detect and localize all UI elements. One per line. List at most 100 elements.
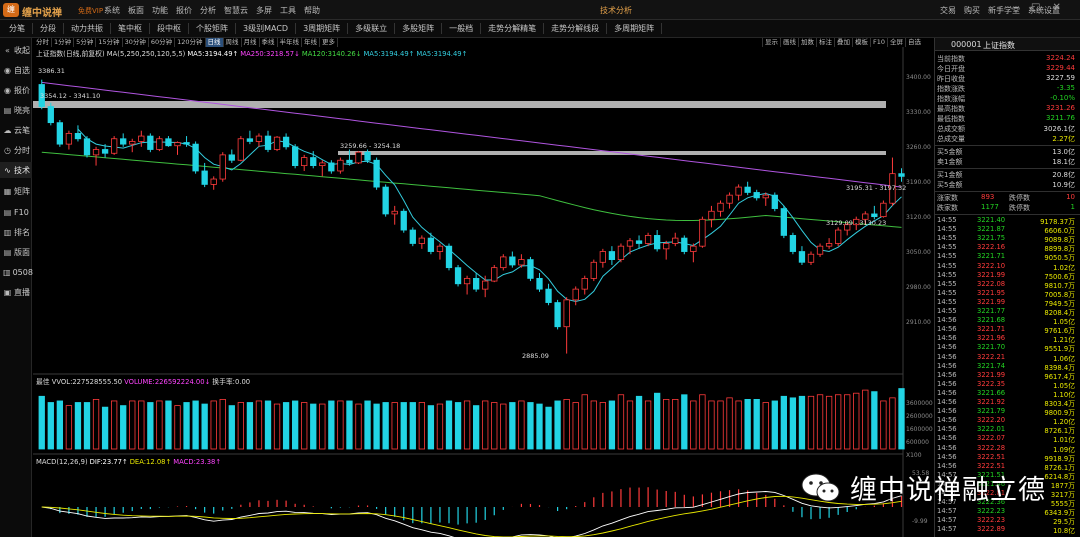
menu-item[interactable]: 分析 — [200, 5, 216, 16]
period-tab[interactable]: 年线 — [302, 38, 321, 47]
legend-item: MACD:23.38↑ — [173, 458, 222, 466]
sidebar-item-label: 矩阵 — [14, 186, 30, 196]
sidebar-item[interactable]: ☁ 云笔 — [0, 122, 32, 138]
volume-axis-label: 600000 — [906, 439, 929, 446]
sidebar-item[interactable]: ◉ 报价 — [0, 82, 32, 98]
volume-legend: 最佳 VVOL:227528555.50 VOLUME:226592224.00↓… — [36, 376, 252, 386]
sidebar-item[interactable]: ▤ F10 — [0, 204, 32, 220]
period-tab[interactable]: 周线 — [224, 38, 242, 47]
volume-bar — [816, 394, 824, 450]
period-tab[interactable]: 分时 — [34, 38, 52, 47]
quote-panel: 000001 上证指数 当前指数 3224.24 今日开盘 3229.44 昨日收盘 32… — [934, 38, 1080, 537]
sidebar-item-label: 版面 — [14, 247, 30, 257]
chart-tool[interactable]: 全屏 — [887, 38, 905, 47]
chart-tool[interactable]: 加数 — [798, 38, 816, 47]
period-tab[interactable]: 1分钟 — [52, 38, 75, 47]
quote-value: 18.1亿 — [1052, 158, 1075, 166]
chart-tool[interactable]: 标注 — [816, 38, 834, 47]
volume-bar — [346, 400, 353, 450]
top-right-item[interactable]: 交易 — [940, 5, 956, 16]
quote-value: -3.35 — [1056, 84, 1075, 92]
quote-key: 卖1金额 — [937, 158, 963, 166]
tick-price: 3222.89 — [977, 525, 1006, 534]
candle — [617, 245, 625, 260]
toolbar-item[interactable]: 多周期矩阵 — [607, 23, 663, 34]
tick-time: 14:57 — [937, 525, 957, 534]
candle — [165, 138, 172, 147]
period-tab[interactable]: 5分钟 — [74, 38, 97, 47]
chart-tool[interactable]: 显示 — [762, 38, 780, 47]
tick-time: 14:56 — [937, 452, 957, 461]
close-icon[interactable]: ✕ — [1052, 2, 1060, 13]
sidebar-item[interactable]: ▥ 0508 — [0, 264, 33, 280]
period-tab[interactable]: 30分钟 — [123, 38, 149, 47]
sidebar-item[interactable]: ◷ 分时 — [0, 142, 32, 158]
toolbar-item[interactable]: 3级别MACD — [236, 23, 297, 34]
candle — [138, 135, 145, 142]
period-tab[interactable]: 120分钟 — [175, 38, 206, 47]
period-tab[interactable]: 季线 — [260, 38, 278, 47]
updown-value: 1 — [1070, 203, 1075, 211]
period-tab[interactable]: 60分钟 — [149, 38, 176, 47]
quote-key: 昨日收盘 — [937, 75, 965, 83]
sidebar-item[interactable]: ▥ 排名 — [0, 224, 32, 240]
toolbar-item[interactable]: 多股矩阵 — [395, 23, 443, 34]
candle — [789, 235, 797, 252]
sidebar-item[interactable]: ▤ 晓亮 — [0, 102, 32, 118]
volume-bar — [644, 400, 652, 450]
toolbar-item[interactable]: 段中枢 — [150, 23, 189, 34]
volume-bar — [264, 400, 272, 450]
vip-badge[interactable]: 免费VIP — [78, 6, 103, 16]
tick-price: 3221.92 — [977, 398, 1006, 406]
menu-item[interactable]: 多屏 — [256, 5, 272, 16]
toolbar-item[interactable]: 个股矩阵 — [189, 23, 236, 34]
period-tab[interactable]: 半年线 — [278, 38, 303, 47]
toolbar-item[interactable]: 多级联立 — [348, 23, 396, 34]
tick-row: 14:55 3222.16 8899.8万 — [937, 243, 1079, 253]
toolbar-item[interactable]: 分段 — [33, 23, 64, 34]
volume-bar — [454, 402, 462, 450]
volume-bar — [255, 400, 263, 450]
toolbar-item[interactable]: 走势分解线段 — [544, 23, 608, 34]
sidebar-item[interactable]: ∿ 技术 — [0, 162, 32, 178]
tick-time: 14:56 — [937, 425, 957, 434]
toolbar-item[interactable]: 3周期矩阵 — [296, 23, 349, 34]
period-tab[interactable]: 更多 — [320, 38, 339, 47]
chart-tool[interactable]: 自选 — [905, 38, 923, 47]
tick-row: 14:55 3222.08 9810.7万 — [937, 280, 1079, 290]
volume-bar — [120, 405, 127, 450]
volume-axis-label: X100 — [906, 452, 922, 459]
maximize-icon[interactable]: □ — [1031, 2, 1040, 13]
toolbar-item[interactable]: 笔中枢 — [111, 23, 150, 34]
menu-item[interactable]: 智慧云 — [224, 5, 248, 16]
menu-item[interactable]: 功能 — [152, 5, 168, 16]
menu-item[interactable]: 报价 — [176, 5, 192, 16]
volume-bar — [391, 402, 398, 450]
menu-item[interactable]: 板面 — [128, 5, 144, 16]
chart-tool[interactable]: 叠加 — [834, 38, 852, 47]
toolbar-item[interactable]: 走势分解精笔 — [481, 23, 545, 34]
minimize-icon[interactable]: – — [1014, 2, 1019, 13]
tick-row: 14:56 3221.99 9617.4万 — [937, 371, 1079, 381]
sidebar-item[interactable]: ▣ 直播 — [0, 284, 32, 300]
sidebar-item[interactable]: ▦ 矩阵 — [0, 183, 32, 199]
menu-item[interactable]: 帮助 — [304, 5, 320, 16]
menu-item[interactable]: 工具 — [280, 5, 296, 16]
top-right-item[interactable]: 购买 — [964, 5, 980, 16]
candle — [599, 251, 606, 263]
tick-time: 14:55 — [937, 216, 957, 224]
chart-tool[interactable]: F10 — [870, 38, 887, 47]
period-tab[interactable]: 15分钟 — [96, 38, 123, 47]
toolbar-item[interactable]: 动力共振 — [64, 23, 111, 34]
period-tab[interactable]: 月线 — [242, 38, 260, 47]
period-tab[interactable]: 日线 — [205, 38, 224, 47]
toolbar-item[interactable]: 分笔 — [2, 23, 33, 34]
sidebar-item[interactable]: ◉ 自选 — [0, 62, 32, 78]
tick-row: 14:57 3222.23 29.5万 — [937, 516, 1079, 526]
chart-tool[interactable]: 画线 — [780, 38, 798, 47]
sidebar-item[interactable]: ▤ 版面 — [0, 244, 32, 260]
toolbar-item[interactable]: 一般档 — [442, 23, 482, 34]
chart-tool[interactable]: 模板 — [852, 38, 870, 47]
sidebar-item[interactable]: « 收起 — [0, 42, 32, 58]
menu-item[interactable]: 系统 — [104, 5, 120, 16]
